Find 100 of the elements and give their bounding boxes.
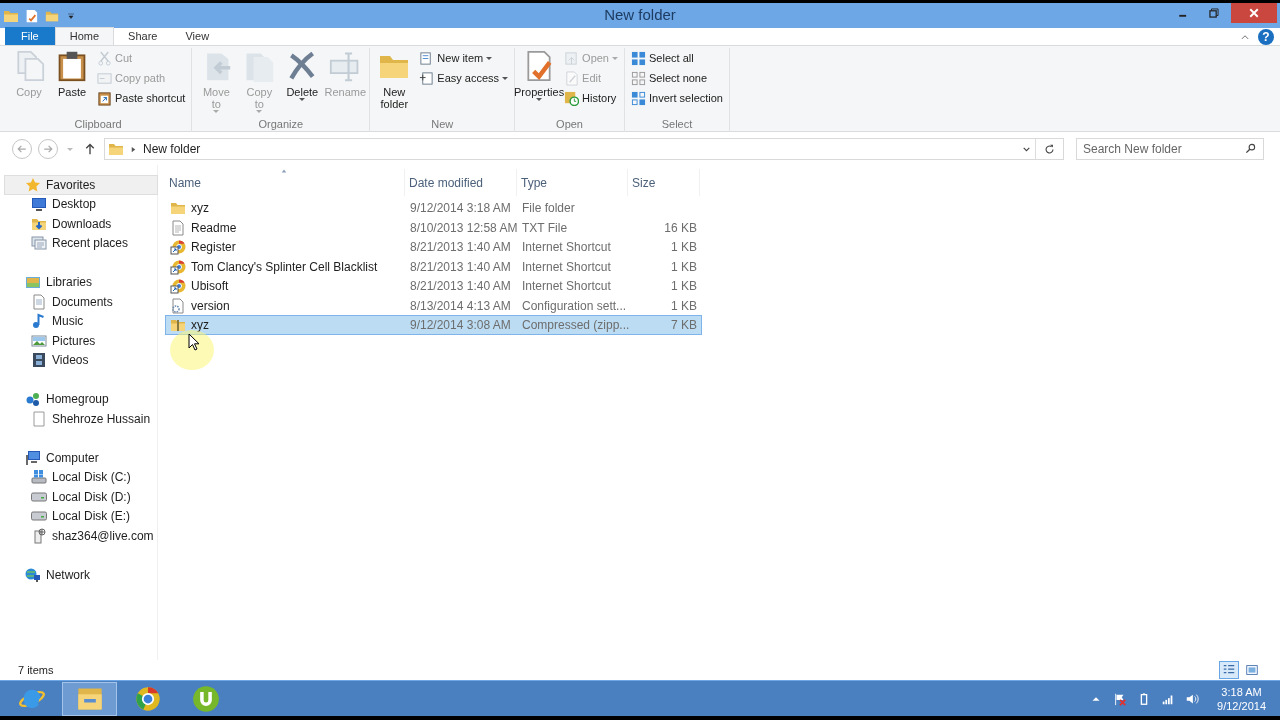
star-icon: [25, 176, 41, 193]
history-icon: [564, 90, 580, 106]
nav-item[interactable]: Shehroze Hussain: [4, 409, 158, 429]
zip-folder-icon: [170, 317, 186, 333]
ribbon-tab[interactable]: Share: [114, 27, 172, 45]
ribbon-tab[interactable]: File: [5, 27, 55, 45]
file-name: Register: [191, 239, 236, 256]
close-button[interactable]: [1231, 3, 1277, 23]
page-icon: [31, 410, 47, 427]
file-row[interactable]: xyz 9/12/2014 3:08 AM Compressed (zipp... 7 KB: [165, 315, 702, 335]
breadcrumb[interactable]: New folder: [143, 140, 201, 158]
date-cell-text: 9/12/2014 3:18 AM: [410, 200, 511, 217]
close-icon: [1249, 8, 1259, 18]
nav-item[interactable]: shaz364@live.com: [4, 526, 158, 546]
folder-icon: [170, 200, 186, 216]
taskbar-app[interactable]: [62, 681, 117, 716]
homegroup-icon: [25, 391, 41, 408]
shortcut-paste-icon: [97, 90, 112, 106]
type-cell-text: Internet Shortcut: [522, 278, 611, 295]
nav-item[interactable]: Downloads: [4, 214, 158, 234]
nav-item[interactable]: Music: [4, 311, 158, 331]
group-label: Select: [660, 117, 694, 132]
library-icon: [25, 274, 41, 291]
nav-item[interactable]: Videos: [4, 350, 158, 370]
torrent-icon: [191, 684, 220, 713]
ribbon-button[interactable]: Paste: [52, 48, 92, 100]
settings-file-icon: [170, 297, 186, 314]
clock[interactable]: 3:18 AM 9/12/2014: [1207, 684, 1280, 713]
document-icon: [170, 219, 186, 236]
date-cell-text: 8/21/2013 1:40 AM: [410, 258, 511, 276]
caret-icon: [67, 147, 73, 151]
nav-item[interactable]: Favorites: [4, 175, 158, 195]
clipboard-icon: [56, 50, 88, 82]
ribbon-button[interactable]: Easy access: [417, 68, 511, 88]
column-header[interactable]: Type: [517, 169, 628, 196]
network-icon: [25, 566, 41, 583]
ribbon-button[interactable]: Select all: [629, 48, 725, 68]
group-label: New: [430, 117, 455, 132]
nav-item[interactable]: Recent places: [4, 233, 158, 253]
select-none-icon: [631, 70, 646, 86]
clock-date: 9/12/2014: [1217, 698, 1266, 713]
ribbon-button[interactable]: Delete: [282, 48, 323, 103]
nav-item[interactable]: Local Disk (E:): [4, 506, 158, 526]
nav-item[interactable]: Documents: [4, 292, 158, 312]
file-name: version: [191, 297, 230, 315]
search-field[interactable]: Search New folder: [1076, 138, 1264, 160]
group-label: Open: [555, 117, 584, 132]
view-button[interactable]: [1219, 661, 1239, 679]
file-name: Ubisoft: [191, 278, 229, 295]
file-row[interactable]: Tom Clancy's Splinter Cell Blacklist 8/21/2013 1:40 AM Internet Shortcut 1 KB: [165, 256, 702, 276]
ribbon-tab[interactable]: View: [171, 27, 224, 45]
path-icon: [97, 70, 112, 86]
size-cell-text: 1 KB: [671, 258, 697, 276]
file-name: Tom Clancy's Splinter Cell Blacklist: [191, 258, 378, 276]
back-arrow-icon: [17, 144, 27, 154]
date-cell-text: 8/10/2013 12:58 AM: [410, 219, 518, 237]
address-field[interactable]: New folder: [104, 138, 1064, 160]
file-name: Readme: [191, 219, 237, 237]
file-row[interactable]: Readme 8/10/2013 12:58 AM TXT File 16 KB: [165, 217, 702, 237]
shortcut-icon: [170, 278, 186, 294]
date-cell-text: 9/12/2014 3:08 AM: [410, 317, 511, 334]
item-count: 7 items: [18, 662, 54, 678]
file-row[interactable]: version 8/13/2014 4:13 AM Configuration sett... 1 KB: [165, 295, 702, 315]
open-icon: [564, 50, 580, 66]
ribbon-tab[interactable]: Home: [54, 27, 115, 45]
ribbon-button[interactable]: Paste shortcut: [95, 88, 188, 108]
file-row[interactable]: Register 8/21/2013 1:40 AM Internet Shortcut 1 KB: [165, 237, 702, 257]
file-row[interactable]: Ubisoft 8/21/2013 1:40 AM Internet Shortcut 1 KB: [165, 276, 702, 296]
picture-icon: [31, 332, 47, 349]
nav-item[interactable]: Network: [4, 565, 158, 585]
up-arrow-icon: [84, 143, 96, 155]
type-cell-text: Compressed (zipp...: [522, 317, 630, 334]
nav-item[interactable]: Libraries: [4, 272, 158, 292]
help-button[interactable]: ?: [1258, 28, 1274, 45]
type-cell-text: Internet Shortcut: [522, 239, 611, 256]
file-row[interactable]: xyz 9/12/2014 3:18 AM File folder: [165, 198, 702, 218]
ribbon-button[interactable]: New item: [417, 48, 511, 68]
group-label: Organize: [257, 117, 305, 132]
column-header[interactable]: Name: [165, 169, 405, 196]
date-cell-text: 8/21/2013 1:40 AM: [410, 239, 511, 256]
nav-item[interactable]: Local Disk (C:): [4, 467, 158, 487]
nav-item[interactable]: Local Disk (D:): [4, 487, 158, 507]
column-header[interactable]: Date modified: [405, 169, 517, 196]
phone-icon: [31, 527, 47, 544]
document-icon: [31, 293, 47, 310]
column-header[interactable]: Size: [628, 169, 700, 196]
window-title: New folder: [604, 5, 676, 26]
nav-item[interactable]: Desktop: [4, 194, 158, 214]
group-label: Clipboard: [73, 117, 123, 132]
nav-item[interactable]: Computer: [4, 448, 158, 468]
click-highlight: [170, 330, 214, 370]
ribbon-button[interactable]: Select none: [629, 68, 725, 88]
shortcut-icon: [170, 258, 186, 275]
ribbon-button[interactable]: New folder: [374, 48, 415, 112]
ribbon-button[interactable]: Invert selection: [629, 88, 725, 108]
nav-item[interactable]: Homegroup: [4, 389, 158, 409]
type-cell-text: TXT File: [522, 219, 568, 237]
nav-item[interactable]: Pictures: [4, 331, 158, 351]
cursor-icon: [188, 333, 200, 351]
monitor-icon: [31, 196, 47, 213]
